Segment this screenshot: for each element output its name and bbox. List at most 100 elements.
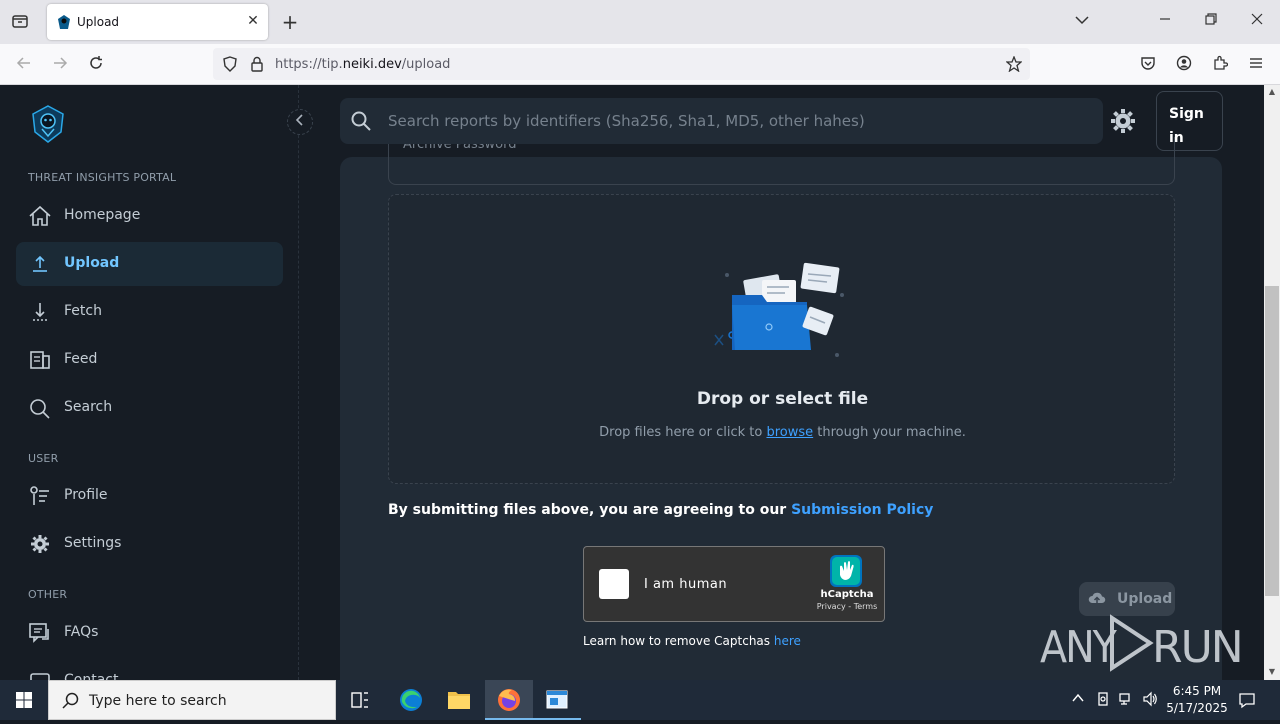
scroll-down-arrow-icon[interactable]: ▼ xyxy=(1267,667,1277,677)
sidebar-item-label: Homepage xyxy=(64,207,141,223)
archive-password-field[interactable]: Archive Password xyxy=(388,137,1175,185)
taskbar-clock[interactable]: 6:45 PM 5/17/2025 xyxy=(1162,683,1232,717)
tab-title: Upload xyxy=(77,15,120,29)
edge-icon xyxy=(400,689,422,711)
tab-close-icon[interactable]: ✕ xyxy=(244,12,262,30)
taskbar-file-explorer[interactable] xyxy=(435,680,483,720)
browse-link[interactable]: browse xyxy=(766,425,813,440)
notification-icon[interactable] xyxy=(1238,691,1256,709)
section-title-main: THREAT INSIGHTS PORTAL xyxy=(28,171,177,184)
extensions-icon[interactable] xyxy=(1210,55,1230,75)
volume-icon[interactable] xyxy=(1141,691,1159,709)
clock-date: 5/17/2025 xyxy=(1166,701,1228,715)
fetch-icon xyxy=(33,303,47,321)
account-icon[interactable] xyxy=(1174,55,1194,75)
window-restore-icon[interactable] xyxy=(1202,12,1220,32)
chevron-left-icon xyxy=(295,114,303,126)
folder-upload-illustration xyxy=(714,262,844,357)
captcha-checkbox[interactable] xyxy=(599,569,629,599)
sidebar-item-label: Feed xyxy=(64,351,98,367)
captcha-learn-link[interactable]: here xyxy=(774,634,801,648)
task-view-button[interactable] xyxy=(336,680,384,720)
upload-icon xyxy=(33,255,47,272)
shield-icon[interactable] xyxy=(221,56,239,74)
address-bar[interactable]: https://tip.neiki.dev/upload xyxy=(213,48,1030,80)
hcaptcha-logo-icon[interactable] xyxy=(830,555,862,587)
page-scrollbar[interactable]: ▲ ▼ xyxy=(1264,85,1280,680)
sidebar-item-homepage[interactable]: Homepage xyxy=(16,194,283,238)
new-tab-icon[interactable]: + xyxy=(280,11,300,33)
sidebar-item-label: FAQs xyxy=(64,624,99,640)
faq-icon xyxy=(29,623,49,643)
sidebar-item-label: Fetch xyxy=(64,303,102,319)
sign-in-button[interactable]: Sign in xyxy=(1156,91,1223,151)
network-icon[interactable] xyxy=(1117,691,1135,709)
sidebar-item-contact[interactable]: Contact xyxy=(16,659,283,680)
window-close-icon[interactable] xyxy=(1248,12,1266,32)
hcaptcha-widget: I am human hCaptcha Privacy - Terms xyxy=(583,546,885,622)
task-view-icon xyxy=(351,692,368,708)
feed-icon xyxy=(30,351,50,369)
captcha-terms-link[interactable]: Privacy - Terms xyxy=(812,602,882,611)
taskbar-edge[interactable] xyxy=(387,680,435,720)
sign-in-label: Sign in xyxy=(1169,106,1204,146)
profile-icon xyxy=(30,486,49,505)
menu-hamburger-icon[interactable] xyxy=(1246,55,1266,75)
tray-overflow-chevron-icon[interactable] xyxy=(1069,691,1087,709)
tab-overflow-chevron-icon[interactable] xyxy=(1072,12,1092,32)
back-arrow-icon[interactable] xyxy=(14,55,34,75)
lock-icon[interactable] xyxy=(249,56,265,74)
window-minimize-icon[interactable] xyxy=(1156,12,1174,32)
url-text[interactable]: https://tip.neiki.dev/upload xyxy=(275,57,450,72)
search-icon xyxy=(351,111,371,131)
windows-start-button[interactable] xyxy=(0,680,48,720)
window-app-icon xyxy=(546,690,568,709)
sidebar-item-label: Contact xyxy=(64,672,119,680)
taskbar-search-input[interactable]: Type here to search xyxy=(48,680,336,720)
sidebar-item-search[interactable]: Search xyxy=(16,386,283,430)
svg-text:RUN: RUN xyxy=(1152,622,1240,673)
firefox-icon xyxy=(498,689,520,711)
tab-list-icon[interactable] xyxy=(10,13,30,31)
search-icon xyxy=(30,399,50,419)
scroll-up-arrow-icon[interactable]: ▲ xyxy=(1267,87,1277,97)
contact-icon xyxy=(30,673,50,680)
tab-favicon-icon xyxy=(58,15,70,29)
forward-arrow-icon[interactable] xyxy=(50,55,70,75)
browser-tab[interactable]: Upload ✕ xyxy=(47,4,268,40)
upload-button[interactable]: Upload xyxy=(1079,582,1175,616)
sidebar-item-upload[interactable]: Upload xyxy=(16,242,283,286)
pocket-icon[interactable] xyxy=(1138,55,1158,75)
search-input[interactable]: Search reports by identifiers (Sha256, S… xyxy=(340,98,1103,144)
sidebar-collapse-button[interactable] xyxy=(287,109,313,135)
upload-button-label: Upload xyxy=(1117,591,1173,607)
bookmark-star-icon[interactable] xyxy=(1005,55,1023,74)
gear-icon xyxy=(31,535,49,553)
logo-icon[interactable] xyxy=(30,105,66,143)
folder-icon xyxy=(448,692,470,709)
sidebar-item-label: Upload xyxy=(64,255,120,271)
taskbar-firefox[interactable] xyxy=(485,680,533,720)
file-dropzone[interactable]: Drop or select file Drop files here or c… xyxy=(388,194,1175,484)
sidebar-item-settings[interactable]: Settings xyxy=(16,522,283,566)
page-content: THREAT INSIGHTS PORTAL Homepage Upload F… xyxy=(0,85,1264,680)
reload-icon[interactable] xyxy=(86,55,106,75)
windows-taskbar: Type here to search 6:45 PM 5/17/2025 xyxy=(0,680,1280,720)
captcha-brand: hCaptcha xyxy=(820,589,874,600)
sidebar-item-fetch[interactable]: Fetch xyxy=(16,290,283,334)
anyrun-watermark-logo: ANY RUN xyxy=(1040,614,1240,673)
taskbar-app[interactable] xyxy=(533,680,581,720)
sidebar-item-faqs[interactable]: FAQs xyxy=(16,611,283,655)
sidebar-item-feed[interactable]: Feed xyxy=(16,338,283,382)
settings-gear-icon[interactable] xyxy=(1110,108,1136,134)
browser-nav-bar: https://tip.neiki.dev/upload xyxy=(0,44,1280,85)
tray-device-icon[interactable] xyxy=(1094,691,1112,709)
section-title-user: USER xyxy=(28,452,59,465)
captcha-label: I am human xyxy=(644,577,728,592)
svg-text:ANY: ANY xyxy=(1040,622,1118,673)
upload-card: Archive Password Drop or select file Dro… xyxy=(340,137,1222,680)
submission-policy-link[interactable]: Submission Policy xyxy=(791,502,933,518)
sidebar-item-profile[interactable]: Profile xyxy=(16,474,283,518)
sidebar-item-label: Settings xyxy=(64,535,122,551)
scrollbar-thumb[interactable] xyxy=(1265,286,1279,596)
